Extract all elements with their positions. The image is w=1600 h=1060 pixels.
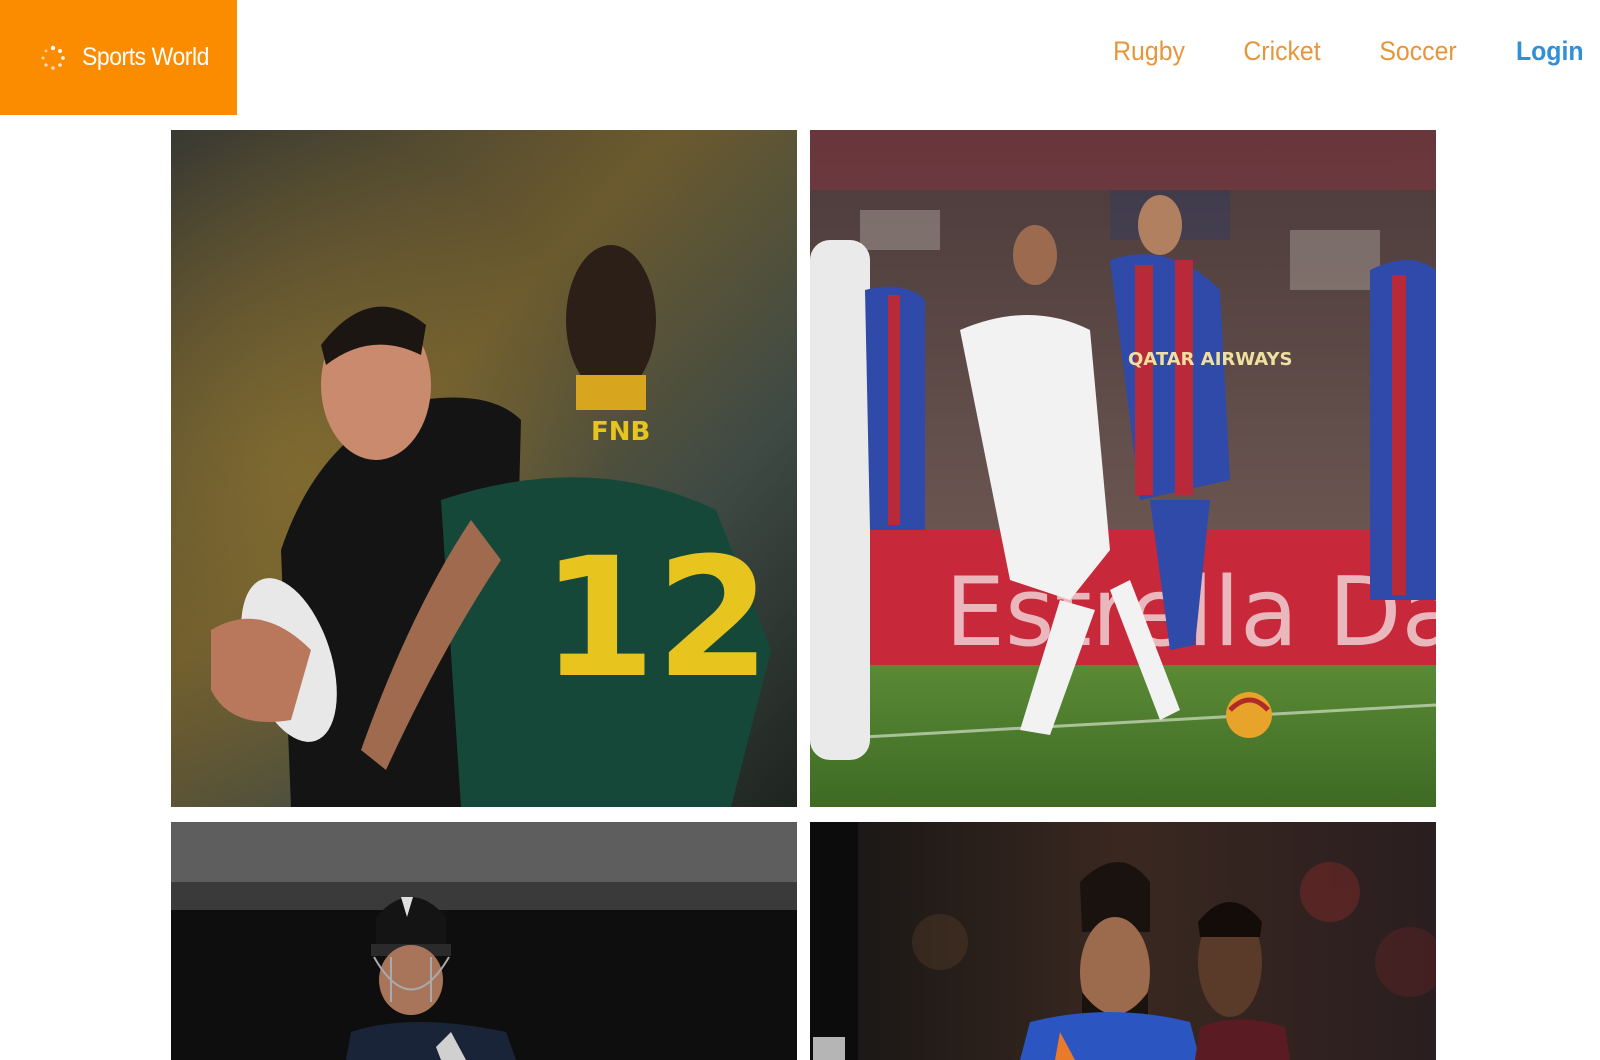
- main-nav: Rugby Cricket Soccer Login: [1058, 36, 1586, 67]
- basketball-photo: [810, 822, 1436, 1060]
- brand-logo[interactable]: Sports World: [0, 0, 237, 115]
- soccer-shirt-sponsor: QATAR AIRWAYS: [1128, 349, 1293, 370]
- cricket-photo: [171, 822, 797, 1060]
- tile-cricket-image[interactable]: [171, 822, 797, 1060]
- nav-link-rugby[interactable]: Rugby: [1114, 36, 1186, 67]
- brand-title: Sports World: [82, 43, 209, 71]
- rugby-jersey-number: 12: [541, 522, 771, 714]
- nav-link-cricket[interactable]: Cricket: [1244, 36, 1321, 67]
- site-header: Sports World Rugby Cricket Soccer Login: [0, 0, 1600, 115]
- loader-dots-icon: [41, 45, 65, 70]
- soccer-photo: Estrella Damm QATAR AIRWAYS: [810, 130, 1436, 807]
- tile-rugby-image[interactable]: 12 FNB: [171, 130, 797, 807]
- rugby-photo: 12 FNB: [171, 130, 797, 807]
- tile-soccer-image[interactable]: Estrella Damm QATAR AIRWAYS: [810, 130, 1436, 807]
- rugby-sponsor: FNB: [591, 417, 650, 447]
- tile-basketball-image[interactable]: [810, 822, 1436, 1060]
- nav-link-soccer[interactable]: Soccer: [1380, 36, 1457, 67]
- nav-link-login[interactable]: Login: [1515, 36, 1583, 67]
